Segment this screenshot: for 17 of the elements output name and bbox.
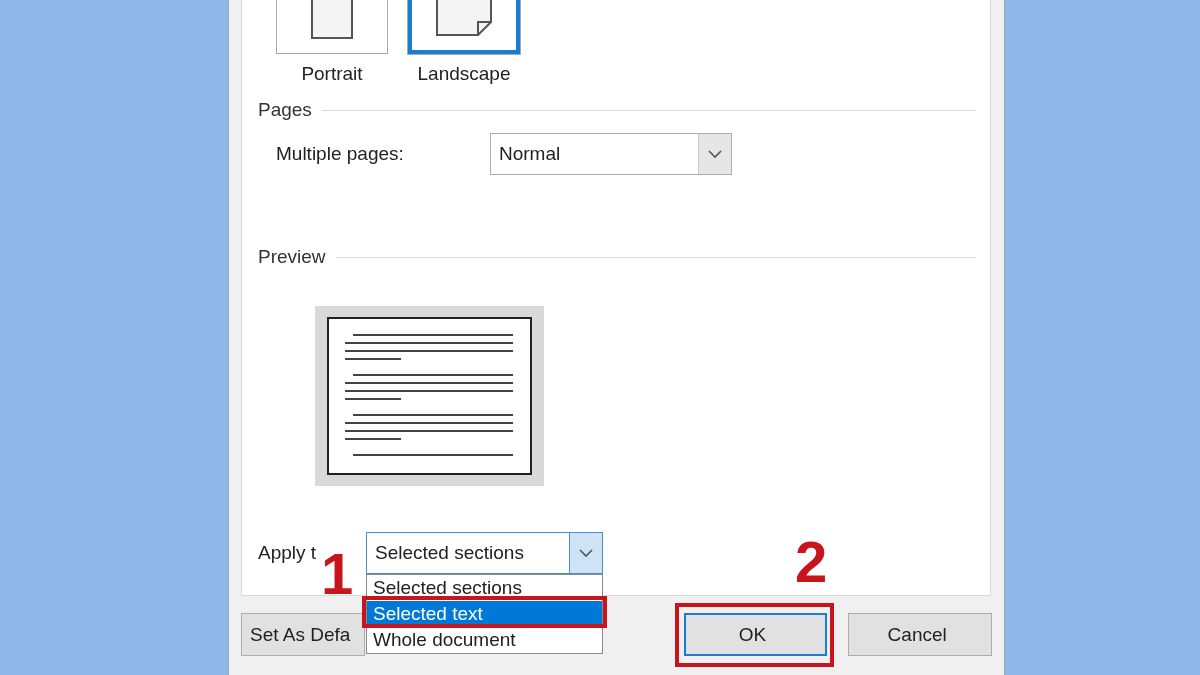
dropdown[interactable]: Normal	[490, 133, 732, 175]
dropdown-option[interactable]: Selected text	[367, 601, 602, 627]
orientation-label: Landscape	[417, 63, 511, 85]
step-number: 2	[795, 533, 828, 591]
step-number: 1	[321, 545, 354, 603]
portrait-page-icon	[311, 0, 353, 39]
default-button[interactable]: Set As Defa	[241, 613, 365, 656]
field-label: Apply t	[258, 542, 318, 564]
section-heading: Preview	[258, 246, 326, 268]
cancel-button[interactable]: Cancel	[848, 613, 992, 656]
orientation-label: Portrait	[301, 63, 363, 85]
section-heading: Pages	[258, 99, 312, 121]
ok-button[interactable]: OK	[683, 613, 828, 656]
chevron-down-icon	[579, 548, 593, 558]
chevron-down-icon	[708, 149, 722, 159]
landscape-page-icon	[436, 0, 492, 36]
field-label: Multiple pages:	[276, 143, 405, 165]
